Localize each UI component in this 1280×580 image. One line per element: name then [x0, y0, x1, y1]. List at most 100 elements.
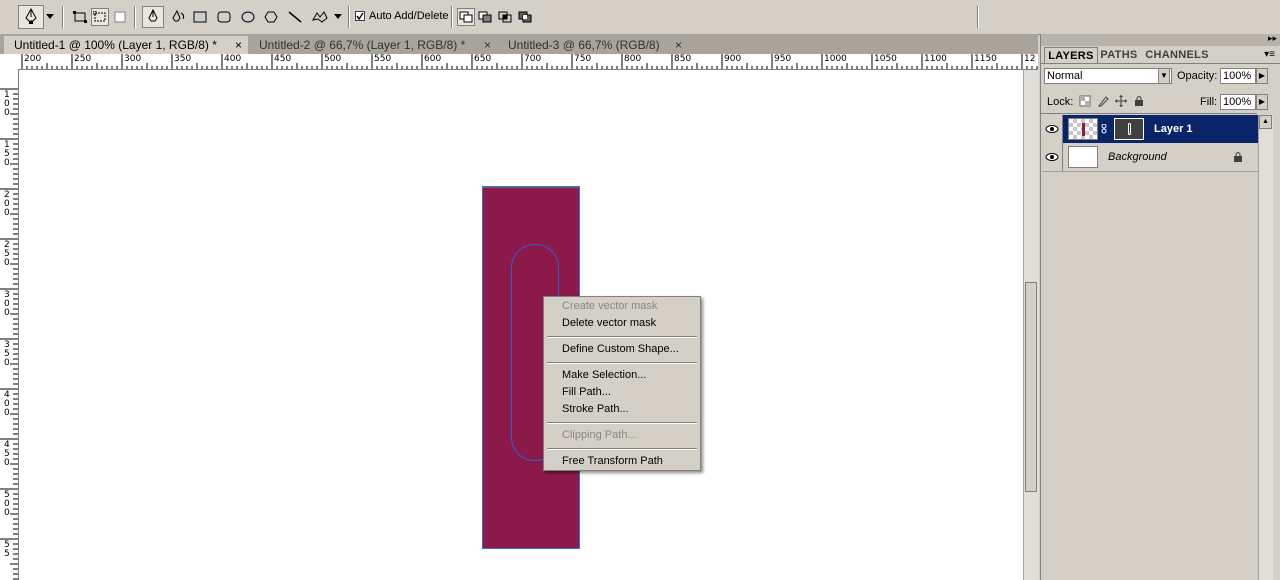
eye-icon [1045, 125, 1059, 133]
visibility-toggle[interactable] [1042, 115, 1063, 143]
ruler-label: 55 [4, 540, 10, 559]
vector-mask-thumbnail[interactable] [1114, 118, 1144, 140]
preset-dropdown-icon[interactable] [44, 5, 56, 29]
vertical-ruler[interactable]: 100 150 200 250 300 350 400 450 500 55 [0, 70, 19, 580]
tab-untitled-3[interactable]: Untitled-3 @ 66,7% (RGB/8) × [498, 36, 688, 54]
layer-name[interactable]: Background [1108, 151, 1167, 163]
layer-row-background[interactable]: Background [1042, 143, 1258, 172]
shape-layers-icon[interactable] [71, 8, 89, 26]
lock-all-icon[interactable] [1133, 95, 1145, 107]
document-canvas[interactable] [19, 70, 1023, 580]
close-icon[interactable]: × [484, 36, 491, 54]
ruler-label: 150 [4, 140, 10, 168]
path-context-menu: Create vector mask Delete vector mask De… [543, 296, 701, 471]
tab-label: Untitled-3 @ 66,7% (RGB/8) [508, 38, 660, 52]
mask-path-preview [1128, 123, 1131, 135]
ruler-label: 200 [4, 190, 10, 218]
add-to-path-area-icon[interactable] [457, 8, 475, 26]
paths-mode-icon[interactable] [91, 8, 109, 26]
panel-menu-icon[interactable]: ▾≡ [1264, 49, 1275, 60]
visibility-toggle[interactable] [1042, 143, 1063, 171]
opacity-input[interactable]: 100% [1220, 68, 1256, 84]
lock-icon [1233, 151, 1243, 163]
ruler-label: 800 [624, 54, 642, 64]
ruler-label: 350 [174, 54, 192, 64]
menu-item-define-custom-shape[interactable]: Define Custom Shape... [562, 342, 679, 356]
rounded-rectangle-tool-icon[interactable] [215, 8, 233, 26]
tab-untitled-2[interactable]: Untitled-2 @ 66,7% (Layer 1, RGB/8) * × [249, 36, 497, 54]
auto-add-delete-label[interactable]: Auto Add/Delete [369, 10, 449, 22]
ruler-label: 400 [224, 54, 242, 64]
ruler-label: 1050 [874, 54, 897, 64]
pen-tool-preset-icon[interactable] [18, 5, 44, 29]
ruler-label: 1100 [924, 54, 947, 64]
ruler-label: 400 [4, 390, 10, 418]
tab-channels[interactable]: CHANNELS [1145, 47, 1209, 63]
menu-item-make-selection[interactable]: Make Selection... [562, 368, 646, 382]
lock-transparent-pixels-icon[interactable] [1079, 95, 1091, 107]
ruler-label: 1000 [824, 54, 847, 64]
close-icon[interactable]: × [675, 36, 682, 54]
fill-label: Fill: [1200, 96, 1218, 108]
menu-separator [547, 362, 697, 364]
link-icon[interactable] [1101, 123, 1107, 134]
menu-separator [547, 422, 697, 424]
ruler-label: 450 [4, 440, 10, 468]
menu-item-delete-vector-mask[interactable]: Delete vector mask [562, 316, 656, 330]
chevron-down-icon[interactable]: ▼ [1158, 68, 1170, 84]
ruler-label: 1150 [974, 54, 997, 64]
lock-label: Lock: [1047, 96, 1074, 108]
menu-separator [547, 336, 697, 338]
tab-untitled-1[interactable]: Untitled-1 @ 100% (Layer 1, RGB/8) * × [4, 36, 248, 54]
scrollbar-thumb[interactable] [1025, 282, 1037, 492]
ruler-origin[interactable] [0, 54, 19, 71]
ellipse-tool-icon[interactable] [239, 8, 257, 26]
ruler-label: 950 [774, 54, 792, 64]
freeform-pen-icon[interactable] [170, 8, 188, 26]
tab-layers[interactable]: LAYERS [1044, 47, 1098, 64]
shape-dropdown-icon[interactable] [332, 8, 344, 26]
ruler-label: 650 [474, 54, 492, 64]
eye-icon [1045, 153, 1059, 161]
layer-thumbnail [1068, 146, 1098, 168]
horizontal-ruler[interactable]: 200 250 300 350 400 450 500 550 600 650 700 750 800 8… [18, 54, 1038, 70]
layers-scrollbar[interactable]: ▲ [1258, 115, 1273, 580]
ruler-label: 600 [424, 54, 442, 64]
pen-tool-icon[interactable] [142, 6, 164, 28]
tab-paths[interactable]: PATHS [1097, 47, 1141, 63]
menu-item-stroke-path[interactable]: Stroke Path... [562, 402, 629, 416]
thumbnail-shape [1082, 123, 1085, 136]
intersect-path-areas-icon[interactable] [496, 8, 514, 26]
ruler-label: 450 [274, 54, 292, 64]
layer-name[interactable]: Layer 1 [1154, 123, 1193, 135]
vertical-scrollbar[interactable] [1023, 70, 1039, 580]
fill-slider-arrow-icon[interactable]: ▶ [1256, 94, 1268, 110]
divider [451, 6, 453, 28]
scroll-up-icon[interactable]: ▲ [1259, 115, 1272, 129]
lock-position-icon[interactable] [1115, 95, 1127, 107]
menu-item-free-transform-path[interactable]: Free Transform Path [562, 454, 663, 468]
custom-shape-tool-icon[interactable] [310, 8, 330, 26]
auto-add-delete-checkbox[interactable] [355, 11, 365, 21]
menu-separator [547, 448, 697, 450]
menu-item-clipping-path: Clipping Path... [562, 429, 637, 441]
divider [1041, 113, 1257, 114]
collapse-panels-icon[interactable]: ▸▸ [1268, 33, 1277, 44]
exclude-overlapping-path-areas-icon[interactable] [516, 8, 534, 26]
ruler-label: 500 [4, 490, 10, 518]
opacity-slider-arrow-icon[interactable]: ▶ [1256, 68, 1268, 84]
close-icon[interactable]: × [235, 36, 242, 54]
fill-input[interactable]: 100% [1220, 94, 1256, 110]
lock-image-pixels-icon[interactable] [1097, 95, 1109, 107]
subtract-from-path-area-icon[interactable] [476, 8, 494, 26]
line-tool-icon[interactable] [286, 8, 304, 26]
ruler-label: 200 [24, 54, 42, 64]
menu-item-fill-path[interactable]: Fill Path... [562, 385, 611, 399]
rectangle-tool-icon[interactable] [191, 8, 209, 26]
blend-mode-select[interactable]: Normal [1044, 68, 1172, 84]
tab-label: Untitled-1 @ 100% (Layer 1, RGB/8) * [14, 38, 217, 52]
fill-pixels-icon[interactable] [111, 8, 129, 26]
layer-row-layer-1[interactable]: Layer 1 [1042, 115, 1258, 143]
blend-mode-value: Normal [1047, 70, 1083, 82]
polygon-tool-icon[interactable] [262, 8, 280, 26]
